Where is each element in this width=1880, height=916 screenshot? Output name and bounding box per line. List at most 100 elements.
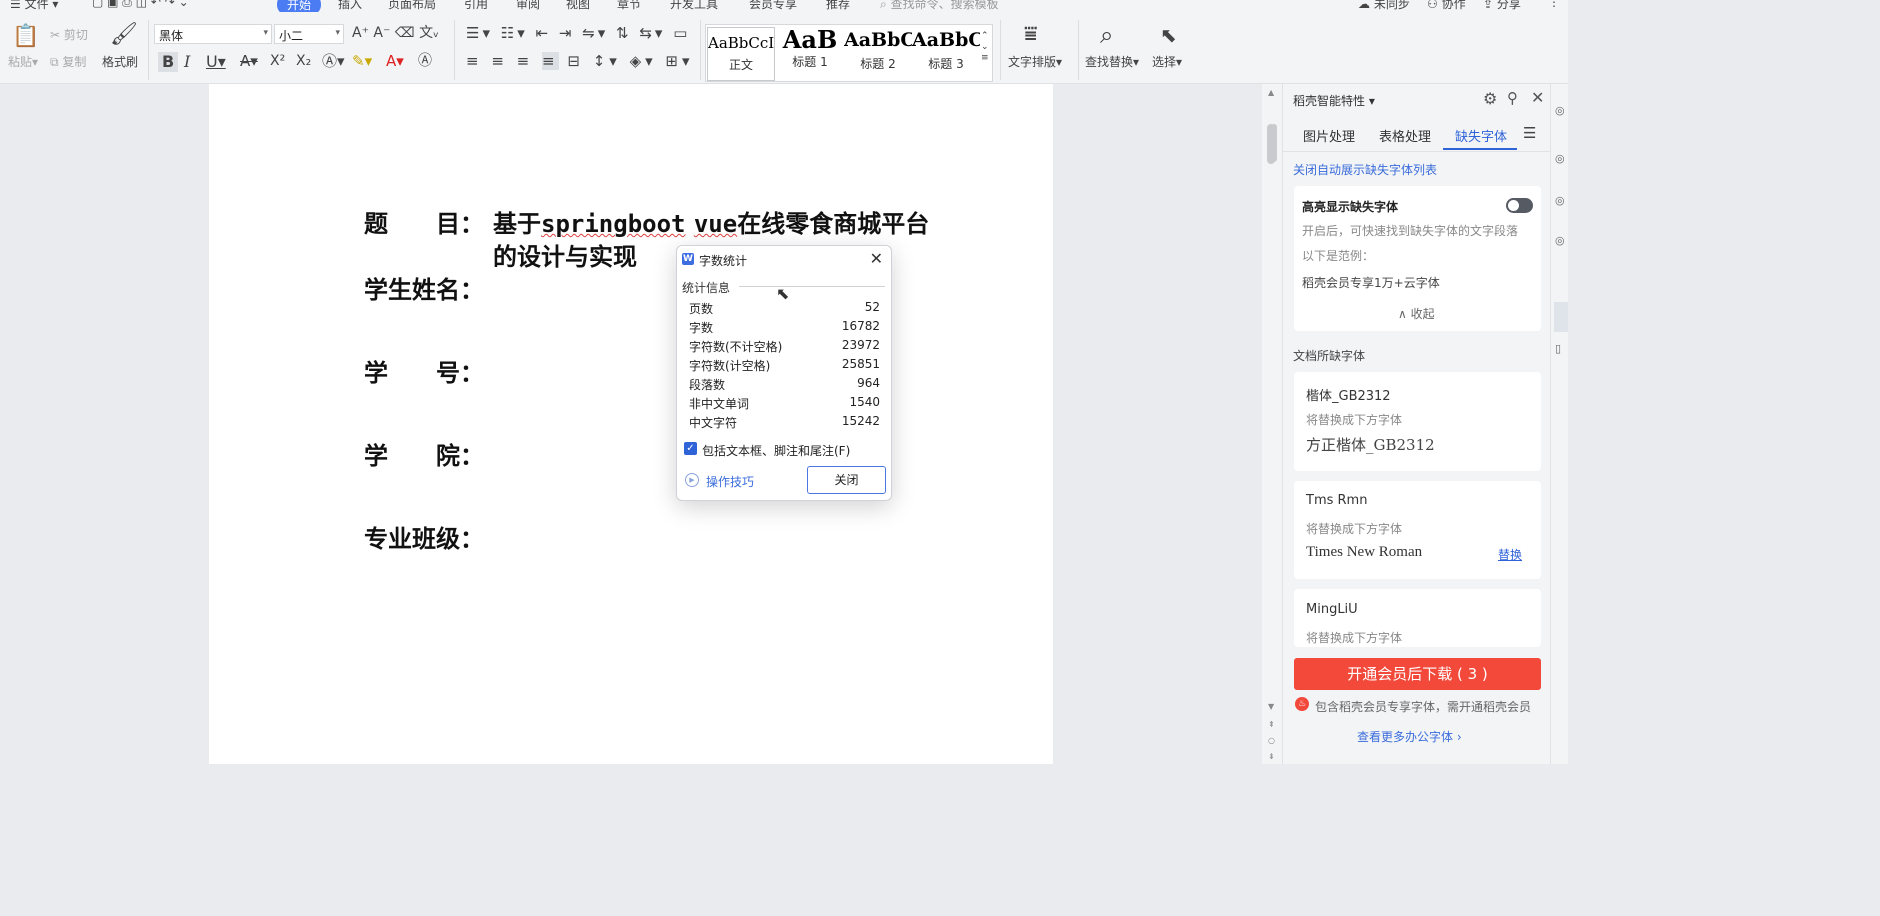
- style-heading-3[interactable]: AaBbC 标题 3: [912, 27, 980, 81]
- tab-insert[interactable]: 插入: [338, 0, 362, 12]
- format-painter-button[interactable]: 格式刷: [102, 56, 138, 68]
- highlight-toggle[interactable]: [1506, 198, 1533, 213]
- more-icon[interactable]: ⋮: [1548, 0, 1560, 9]
- tips-link[interactable]: 操作技巧: [706, 473, 754, 490]
- font-card[interactable]: 楷体_GB2312 将替换成下方字体 方正楷体_GB2312: [1294, 372, 1541, 471]
- cursor-icon[interactable]: ⬉: [1160, 25, 1177, 45]
- paste-button[interactable]: 粘贴▾: [8, 56, 38, 68]
- pin-icon[interactable]: ⚲: [1507, 89, 1518, 107]
- justify-icon[interactable]: ≡: [542, 52, 559, 70]
- tab-page-layout[interactable]: 页面布局: [388, 0, 436, 12]
- text-layout-button[interactable]: 文字排版▾: [1008, 56, 1062, 68]
- highlight-desc: 开启后，可快速找到缺失字体的文字段落: [1302, 224, 1519, 238]
- menu-icon[interactable]: ☰: [1523, 124, 1536, 142]
- settings-icon[interactable]: ⚙: [1483, 89, 1497, 108]
- italic-button[interactable]: I: [184, 54, 190, 70]
- cut-button[interactable]: ✂ 剪切: [50, 29, 88, 41]
- paste-label: 粘贴: [8, 55, 33, 69]
- panel-scroll-thumb[interactable]: [1271, 124, 1277, 162]
- command-search-text: 查找命令、搜索模板: [890, 0, 999, 11]
- superscript-button[interactable]: X²: [270, 54, 285, 68]
- align-tools-icons[interactable]: ≡ ≡ ≡ ≡ ⊟ ↕▾ ◈▾ ⊞▾: [466, 52, 694, 70]
- include-textbox-checkbox[interactable]: ✓: [684, 442, 697, 455]
- tab-home[interactable]: 开始: [277, 0, 322, 12]
- document-page[interactable]: 题 目： 基于springboot vue在线零食商城平台 的设计与实现 学生姓…: [209, 84, 1053, 764]
- side-tool-active[interactable]: [1554, 302, 1568, 332]
- college-label: 学 院：: [364, 442, 484, 470]
- subscript-button[interactable]: X₂: [296, 54, 311, 68]
- quick-access-icons[interactable]: ▢ ▣ ⎙ ◫ ↶ ↷ ⌄: [92, 0, 189, 10]
- style-scroll-icons[interactable]: ⌃ ⌄ ≡: [981, 31, 989, 64]
- tab-references[interactable]: 引用: [464, 0, 488, 12]
- side-tool-icon[interactable]: ◎: [1555, 152, 1565, 165]
- close-auto-link[interactable]: 关闭自动展示缺失字体列表: [1293, 161, 1437, 178]
- play-icon[interactable]: ▶: [685, 473, 699, 487]
- close-icon[interactable]: ✕: [1531, 88, 1544, 107]
- text-layout-icon[interactable]: ⩸: [1024, 24, 1037, 46]
- side-tool-icon[interactable]: ◎: [1555, 234, 1565, 247]
- font-hint: 将替换成下方字体: [1306, 413, 1403, 427]
- side-tool-icon[interactable]: ▯: [1555, 342, 1561, 355]
- list-tools-icons[interactable]: ☰▾ ☷▾ ⇤ ⇥ ⇋▾ ⇅ ⇆▾ ▭: [466, 26, 690, 41]
- file-menu[interactable]: ☰ 文件 ▾: [10, 0, 58, 12]
- char-border-icon[interactable]: Ⓐ: [418, 54, 432, 68]
- cut-label: 剪切: [63, 28, 88, 42]
- underline-button[interactable]: U▾: [206, 54, 226, 70]
- tab-developer[interactable]: 开发工具: [670, 0, 718, 12]
- stat-value: 52: [864, 300, 880, 314]
- chevron-down-icon: ▾: [263, 28, 268, 38]
- chevron-down-icon: ▾: [335, 28, 340, 38]
- font-card[interactable]: MingLiU 将替换成下方字体: [1294, 589, 1541, 647]
- text-effect-button[interactable]: Ⓐ▾: [322, 54, 345, 69]
- side-tool-icon[interactable]: ◎: [1555, 194, 1565, 207]
- magnifier-icon[interactable]: ⌕: [1100, 23, 1113, 47]
- font-size-tools-icons[interactable]: A⁺ A⁻ ⌫ 文ᵥ: [352, 26, 439, 40]
- style-heading-2[interactable]: AaBbC 标题 2: [844, 27, 912, 81]
- bold-button[interactable]: B: [158, 52, 179, 72]
- download-with-membership-button[interactable]: 开通会员后下载 ( 3 ): [1294, 658, 1541, 690]
- include-textbox-label[interactable]: 包括文本框、脚注和尾注(F): [702, 442, 850, 459]
- close-button[interactable]: 关闭: [807, 466, 886, 494]
- select-button[interactable]: 选择▾: [1152, 56, 1182, 68]
- font-card[interactable]: Tms Rmn 将替换成下方字体 Times New Roman 替换: [1294, 481, 1541, 579]
- format-painter-icon[interactable]: 🖌: [110, 24, 138, 46]
- file-menu-label: 文件: [24, 0, 49, 11]
- font-size-select[interactable]: 小二 ▾: [274, 24, 344, 44]
- side-tool-icon[interactable]: ◎: [1555, 104, 1565, 117]
- stats-section-label: 统计信息: [682, 281, 731, 295]
- font-replacement: 方正楷体_GB2312: [1306, 436, 1435, 454]
- tab-recommend[interactable]: 推荐: [826, 0, 850, 12]
- style-normal[interactable]: AaBbCcI 正文: [707, 27, 775, 81]
- highlight-icon[interactable]: ✎▾: [352, 54, 372, 69]
- font-replacement: Times New Roman: [1306, 544, 1423, 560]
- tab-member[interactable]: 会员专享: [749, 0, 797, 12]
- collapse-button[interactable]: ∧ 收起: [1398, 305, 1435, 322]
- tab-missing-fonts[interactable]: 缺失字体: [1455, 126, 1507, 145]
- close-icon[interactable]: ✕: [870, 249, 883, 268]
- style-preview: AaBbC: [844, 29, 912, 51]
- style-heading-1[interactable]: AaB 标题 1: [776, 27, 844, 81]
- font-name-select[interactable]: 黑体 ▾: [154, 24, 272, 44]
- replace-link[interactable]: 替换: [1498, 546, 1522, 563]
- copy-button[interactable]: ⧉ 复制: [50, 56, 86, 68]
- share-button[interactable]: ⇪ 分享: [1483, 0, 1521, 12]
- strikethrough-button[interactable]: A▾: [240, 54, 258, 69]
- panel-scrollbar[interactable]: [1268, 84, 1280, 764]
- stat-row: 字符数(计空格) 25851: [689, 357, 880, 376]
- tab-chapter[interactable]: 章节: [617, 0, 641, 12]
- tab-image-processing[interactable]: 图片处理: [1303, 126, 1355, 145]
- collapse-label: 收起: [1410, 307, 1435, 321]
- collab-button[interactable]: ⚇ 协作: [1427, 0, 1466, 12]
- command-search[interactable]: ⌕ 查找命令、搜索模板: [880, 0, 999, 12]
- more-fonts-link[interactable]: 查看更多办公字体 ›: [1357, 728, 1462, 745]
- tab-view[interactable]: 视图: [566, 0, 590, 12]
- tab-review[interactable]: 审阅: [516, 0, 540, 12]
- paste-icon[interactable]: 📋: [12, 26, 39, 48]
- panel-title[interactable]: 稻壳智能特性 ▾: [1293, 92, 1375, 109]
- find-replace-button[interactable]: 查找替换▾: [1085, 56, 1139, 68]
- sync-status[interactable]: ☁ 未同步: [1358, 0, 1410, 12]
- font-name: 楷体_GB2312: [1306, 389, 1391, 404]
- font-color-button[interactable]: A▾: [386, 54, 404, 69]
- dialog-title: 字数统计: [699, 254, 748, 268]
- tab-table-processing[interactable]: 表格处理: [1379, 126, 1431, 145]
